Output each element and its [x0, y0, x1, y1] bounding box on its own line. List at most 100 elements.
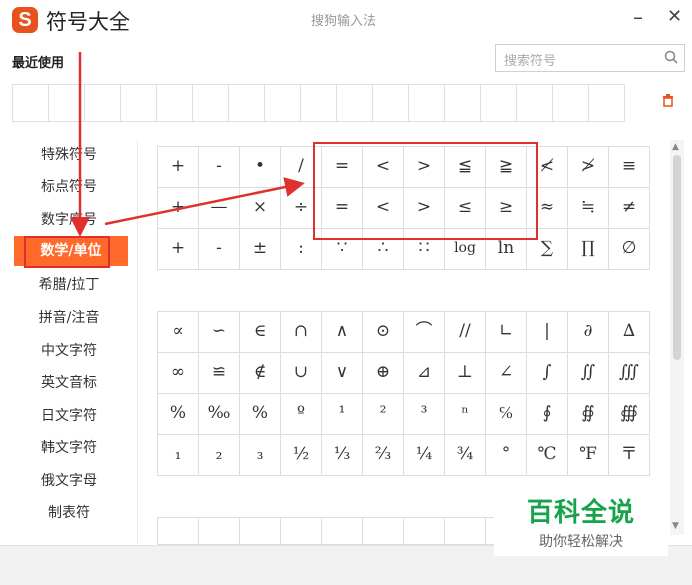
scroll-thumb[interactable]: [673, 155, 681, 360]
symbol-cell[interactable]: ∽: [198, 311, 240, 353]
symbol-cell[interactable]: ∮: [526, 393, 568, 435]
symbol-cell[interactable]: %: [157, 393, 199, 435]
symbol-cell[interactable]: ³: [403, 393, 445, 435]
recent-symbol-slot[interactable]: [84, 84, 121, 122]
symbol-cell[interactable]: ×: [239, 187, 281, 229]
symbol-cell[interactable]: —: [198, 187, 240, 229]
symbol-cell[interactable]: +: [157, 187, 199, 229]
symbol-cell[interactable]: [239, 517, 281, 545]
symbol-cell[interactable]: ≒: [567, 187, 609, 229]
symbol-cell[interactable]: [362, 517, 404, 545]
sidebar-item[interactable]: 希腊/拉丁: [22, 270, 116, 300]
symbol-cell[interactable]: ‰: [198, 393, 240, 435]
symbol-cell[interactable]: ⁿ: [444, 393, 486, 435]
symbol-cell[interactable]: ∪: [280, 352, 322, 394]
sidebar-item[interactable]: 韩文字符: [22, 433, 116, 463]
sidebar-item[interactable]: 俄文字母: [22, 466, 116, 496]
symbol-cell[interactable]: [403, 517, 445, 545]
recent-symbol-slot[interactable]: [552, 84, 589, 122]
symbol-cell[interactable]: ∯: [567, 393, 609, 435]
symbol-cell[interactable]: ∫: [526, 352, 568, 394]
symbol-cell[interactable]: ∝: [157, 311, 199, 353]
trash-icon[interactable]: [662, 93, 674, 111]
symbol-cell[interactable]: ⌒: [403, 311, 445, 353]
symbol-cell[interactable]: 〒: [608, 434, 650, 476]
symbol-cell[interactable]: ₁: [157, 434, 199, 476]
symbol-cell[interactable]: º: [280, 393, 322, 435]
symbol-cell[interactable]: |: [526, 311, 568, 353]
symbol-cell[interactable]: ∧: [321, 311, 363, 353]
sidebar-item[interactable]: 制表符: [22, 498, 116, 528]
symbol-cell[interactable]: %: [239, 393, 281, 435]
symbol-cell[interactable]: ⅔: [362, 434, 404, 476]
symbol-cell[interactable]: ℉: [567, 434, 609, 476]
symbol-cell[interactable]: ²: [362, 393, 404, 435]
symbol-cell[interactable]: [444, 517, 486, 545]
symbol-cell[interactable]: ±: [239, 228, 281, 270]
recent-symbol-slot[interactable]: [444, 84, 481, 122]
symbol-cell[interactable]: ¹: [321, 393, 363, 435]
symbol-cell[interactable]: ∈: [239, 311, 281, 353]
symbol-cell[interactable]: ∭: [608, 352, 650, 394]
sidebar-item[interactable]: 英文音标: [22, 368, 116, 398]
scroll-up-icon[interactable]: ▲: [672, 142, 679, 152]
symbol-cell[interactable]: [198, 517, 240, 545]
symbol-cell[interactable]: ∆: [608, 311, 650, 353]
sidebar-item[interactable]: 特殊符号: [22, 140, 116, 170]
symbol-cell[interactable]: ∩: [280, 311, 322, 353]
symbol-cell[interactable]: ∅: [608, 228, 650, 270]
symbol-cell[interactable]: ¾: [444, 434, 486, 476]
symbol-cell[interactable]: //: [444, 311, 486, 353]
symbol-cell[interactable]: [157, 517, 199, 545]
symbol-cell[interactable]: ∰: [608, 393, 650, 435]
symbol-cell[interactable]: •: [239, 146, 281, 188]
search-input[interactable]: 搜索符号: [495, 44, 685, 72]
symbol-cell[interactable]: ⊥: [444, 352, 486, 394]
symbol-cell[interactable]: ≌: [198, 352, 240, 394]
recent-symbol-slot[interactable]: [336, 84, 373, 122]
symbol-cell[interactable]: ⊕: [362, 352, 404, 394]
symbol-cell[interactable]: ¼: [403, 434, 445, 476]
minimize-button[interactable]: –: [633, 5, 643, 29]
sidebar-item[interactable]: 拼音/注音: [22, 303, 116, 333]
symbol-cell[interactable]: ½: [280, 434, 322, 476]
symbol-cell[interactable]: °: [485, 434, 527, 476]
symbol-cell[interactable]: ₂: [198, 434, 240, 476]
symbol-cell[interactable]: ≠: [608, 187, 650, 229]
sidebar-item[interactable]: 数字序号: [22, 205, 116, 235]
symbol-cell[interactable]: ≯: [567, 146, 609, 188]
recent-symbol-slot[interactable]: [156, 84, 193, 122]
recent-symbol-slot[interactable]: [300, 84, 337, 122]
sidebar-item[interactable]: 中文字符: [22, 336, 116, 366]
symbol-cell[interactable]: ⅓: [321, 434, 363, 476]
recent-symbol-slot[interactable]: [192, 84, 229, 122]
recent-symbol-slot[interactable]: [12, 84, 49, 122]
recent-symbol-slot[interactable]: [516, 84, 553, 122]
search-icon[interactable]: [664, 50, 678, 68]
symbol-cell[interactable]: ∬: [567, 352, 609, 394]
symbol-cell[interactable]: ∏: [567, 228, 609, 270]
symbol-cell[interactable]: ⊿: [403, 352, 445, 394]
symbol-cell[interactable]: +: [157, 146, 199, 188]
recent-symbol-slot[interactable]: [408, 84, 445, 122]
symbol-cell[interactable]: -: [198, 146, 240, 188]
symbol-cell[interactable]: ∠: [485, 352, 527, 394]
recent-symbol-slot[interactable]: [120, 84, 157, 122]
close-button[interactable]: ✕: [667, 6, 682, 27]
recent-symbol-slot[interactable]: [48, 84, 85, 122]
symbol-cell[interactable]: ℃: [526, 434, 568, 476]
recent-symbol-slot[interactable]: [264, 84, 301, 122]
symbol-cell[interactable]: ∨: [321, 352, 363, 394]
symbol-cell[interactable]: ∂: [567, 311, 609, 353]
sidebar-item[interactable]: 标点符号: [22, 172, 116, 202]
symbol-cell[interactable]: [280, 517, 322, 545]
symbol-cell[interactable]: +: [157, 228, 199, 270]
recent-symbol-slot[interactable]: [372, 84, 409, 122]
symbol-cell[interactable]: [321, 517, 363, 545]
symbol-cell[interactable]: ∟: [485, 311, 527, 353]
symbol-cell[interactable]: ℅: [485, 393, 527, 435]
symbol-cell[interactable]: ≡: [608, 146, 650, 188]
symbol-cell[interactable]: ₃: [239, 434, 281, 476]
symbol-cell[interactable]: ∞: [157, 352, 199, 394]
symbol-cell[interactable]: -: [198, 228, 240, 270]
